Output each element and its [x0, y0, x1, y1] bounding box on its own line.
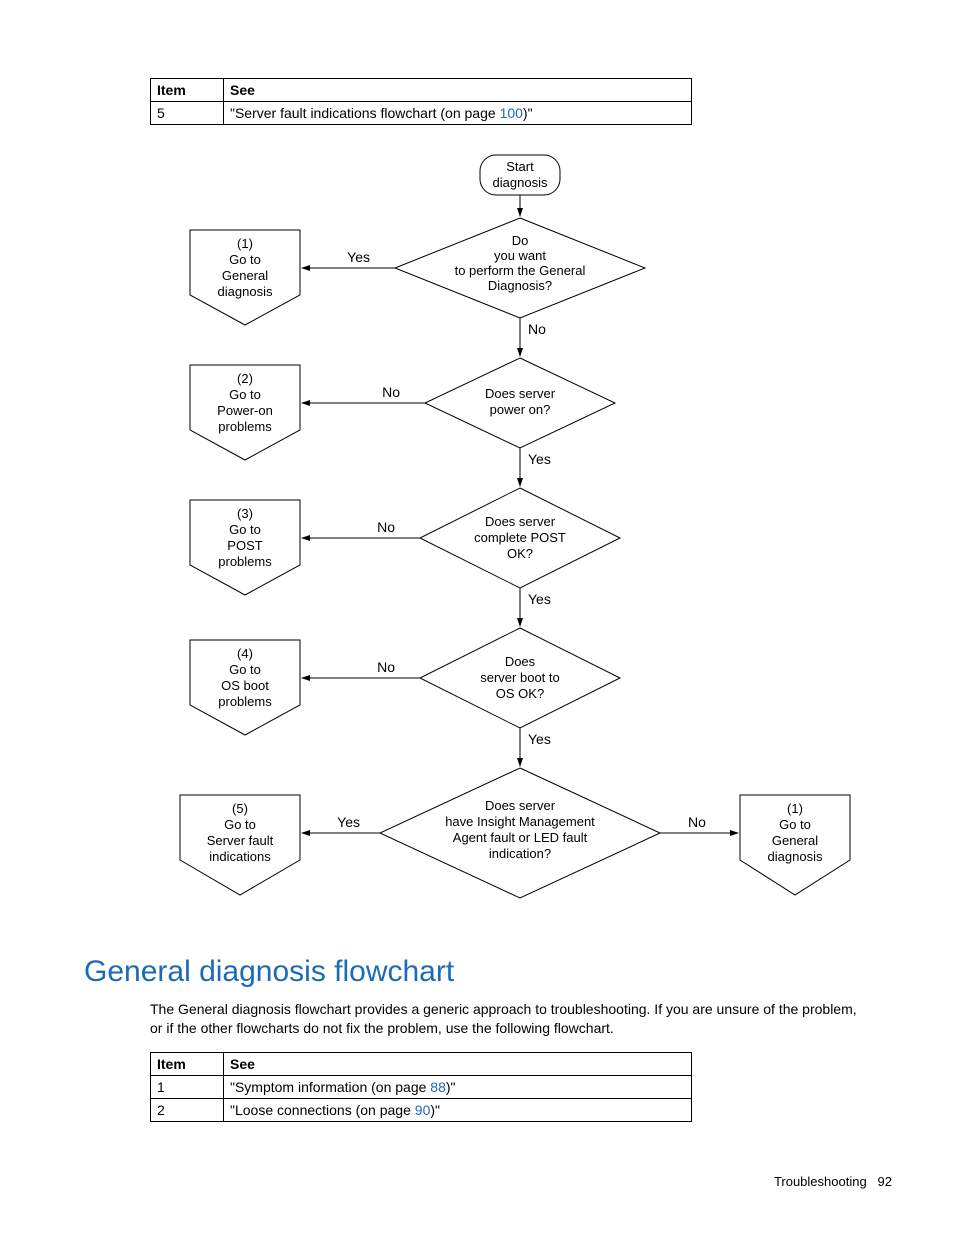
table-row: 5 "Server fault indications flowchart (o… [151, 102, 692, 125]
table-row: 1 "Symptom information (on page 88)" [151, 1076, 692, 1099]
svg-text:Go to: Go to [229, 252, 261, 267]
svg-text:No: No [528, 321, 546, 337]
svg-text:diagnosis: diagnosis [768, 849, 823, 864]
svg-text:diagnosis: diagnosis [218, 284, 273, 299]
svg-text:(1): (1) [787, 801, 803, 816]
svg-text:(4): (4) [237, 646, 253, 661]
top-table-header-item: Item [151, 79, 224, 102]
svg-text:Yes: Yes [528, 731, 551, 747]
bottom-table-see-1: "Symptom information (on page 88)" [224, 1076, 692, 1099]
section-heading: General diagnosis flowchart [84, 955, 454, 989]
svg-text:No: No [688, 814, 706, 830]
footer-section: Troubleshooting [774, 1174, 867, 1189]
start-text-2: diagnosis [493, 175, 548, 190]
svg-text:Yes: Yes [347, 249, 370, 265]
top-table-see: "Server fault indications flowchart (on … [224, 102, 692, 125]
svg-text:complete POST: complete POST [474, 530, 566, 545]
bottom-table-header-see: See [224, 1053, 692, 1076]
svg-text:(5): (5) [232, 801, 248, 816]
bottom-table-item-2: 2 [151, 1099, 224, 1122]
section-paragraph: The General diagnosis flowchart provides… [150, 1000, 870, 1038]
start-diagnosis-flowchart: Start diagnosis Do you want to perform t… [150, 150, 870, 940]
page-link-88[interactable]: 88 [430, 1079, 446, 1095]
svg-text:problems: problems [218, 419, 272, 434]
svg-text:OS boot: OS boot [221, 678, 269, 693]
svg-text:Yes: Yes [528, 591, 551, 607]
svg-text:(3): (3) [237, 506, 253, 521]
svg-text:problems: problems [218, 694, 272, 709]
svg-text:Does server: Does server [485, 798, 556, 813]
svg-text:Diagnosis?: Diagnosis? [488, 278, 552, 293]
svg-text:Go to: Go to [224, 817, 256, 832]
svg-text:Agent fault or LED fault: Agent fault or LED fault [453, 830, 588, 845]
page-link-90[interactable]: 90 [415, 1102, 431, 1118]
top-table-header-see: See [224, 79, 692, 102]
bottom-reference-table: Item See 1 "Symptom information (on page… [150, 1052, 692, 1122]
svg-text:Server fault: Server fault [207, 833, 274, 848]
svg-text:Power-on: Power-on [217, 403, 273, 418]
top-reference-table: Item See 5 "Server fault indications flo… [150, 78, 692, 125]
svg-text:General: General [772, 833, 818, 848]
svg-text:Go to: Go to [229, 387, 261, 402]
svg-text:problems: problems [218, 554, 272, 569]
svg-text:OS OK?: OS OK? [496, 686, 544, 701]
svg-text:Do: Do [512, 233, 529, 248]
bottom-table-see-2: "Loose connections (on page 90)" [224, 1099, 692, 1122]
svg-text:Go to: Go to [779, 817, 811, 832]
svg-text:to perform the General: to perform the General [455, 263, 586, 278]
svg-text:Go to: Go to [229, 522, 261, 537]
svg-text:No: No [382, 384, 400, 400]
svg-text:Go to: Go to [229, 662, 261, 677]
svg-text:you want: you want [494, 248, 546, 263]
footer-page-number: 92 [878, 1174, 892, 1189]
svg-text:General: General [222, 268, 268, 283]
svg-text:Does server: Does server [485, 514, 556, 529]
svg-text:OK?: OK? [507, 546, 533, 561]
svg-text:Yes: Yes [337, 814, 360, 830]
svg-text:have Insight Management: have Insight Management [445, 814, 595, 829]
svg-text:Yes: Yes [528, 451, 551, 467]
svg-text:(2): (2) [237, 371, 253, 386]
svg-text:indication?: indication? [489, 846, 551, 861]
bottom-table-item-1: 1 [151, 1076, 224, 1099]
bottom-table-header-item: Item [151, 1053, 224, 1076]
svg-text:indications: indications [209, 849, 271, 864]
svg-text:Does: Does [505, 654, 536, 669]
start-text-1: Start [506, 159, 534, 174]
page-link-100[interactable]: 100 [500, 105, 523, 121]
top-table-item: 5 [151, 102, 224, 125]
svg-text:Does server: Does server [485, 386, 556, 401]
svg-text:POST: POST [227, 538, 262, 553]
table-row: 2 "Loose connections (on page 90)" [151, 1099, 692, 1122]
svg-text:power on?: power on? [490, 402, 551, 417]
svg-text:No: No [377, 659, 395, 675]
svg-text:(1): (1) [237, 236, 253, 251]
svg-text:No: No [377, 519, 395, 535]
svg-text:server boot to: server boot to [480, 670, 560, 685]
page-footer: Troubleshooting 92 [774, 1174, 892, 1189]
